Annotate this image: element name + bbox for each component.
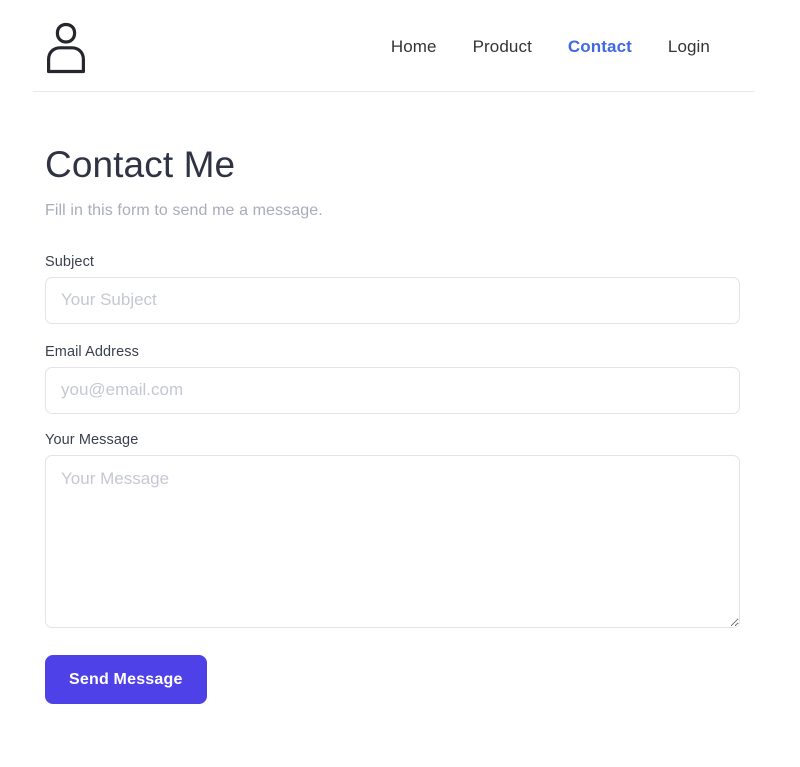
main-nav: Home Product Contact Login	[391, 37, 710, 57]
message-label: Your Message	[45, 431, 139, 448]
nav-item-login[interactable]: Login	[668, 37, 710, 57]
message-field-group: Your Message	[45, 432, 755, 628]
site-header: Home Product Contact Login	[0, 0, 800, 92]
page-title: Contact Me	[45, 144, 236, 185]
subject-input[interactable]	[45, 276, 740, 324]
nav-item-product[interactable]: Product	[473, 37, 532, 57]
message-textarea[interactable]	[45, 454, 740, 628]
contact-form: Subject Email Address Your Message Send …	[45, 254, 755, 704]
nav-item-contact[interactable]: Contact	[568, 37, 632, 57]
brand-logo-link[interactable]	[43, 19, 89, 75]
subject-label: Subject	[45, 253, 95, 270]
user-avatar-icon	[43, 19, 89, 75]
page-main: Contact Me Fill in this form to send me …	[0, 144, 800, 704]
subject-field-group: Subject	[45, 254, 755, 324]
email-input[interactable]	[45, 366, 740, 414]
header-divider	[33, 91, 755, 92]
page-subtitle: Fill in this form to send me a message.	[45, 201, 323, 219]
nav-item-home[interactable]: Home	[391, 37, 437, 57]
email-label: Email Address	[45, 343, 139, 360]
email-field-group: Email Address	[45, 344, 755, 414]
send-message-button[interactable]: Send Message	[45, 654, 207, 704]
